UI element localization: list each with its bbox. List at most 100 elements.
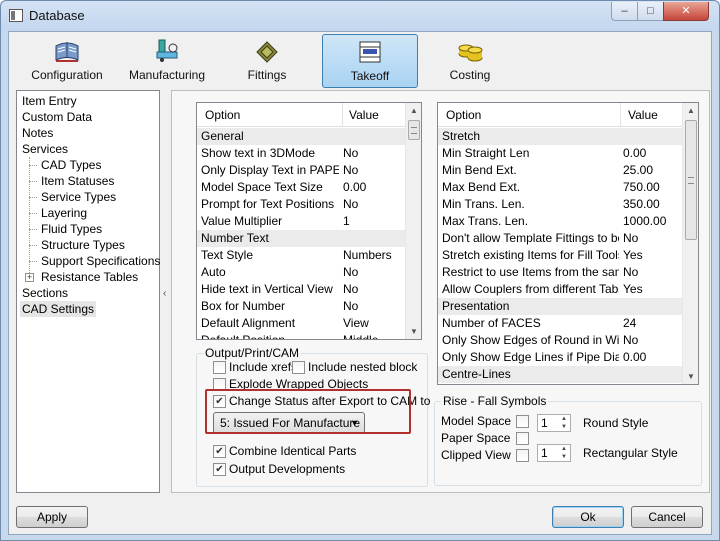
value-cell[interactable]: No: [343, 162, 358, 179]
fittings-button[interactable]: Fittings: [221, 34, 313, 88]
column-separator[interactable]: [620, 103, 621, 127]
value-cell[interactable]: 350.00: [623, 196, 660, 213]
grid-row[interactable]: Don't allow Template Fittings to be ... N…: [438, 230, 682, 247]
grid-row[interactable]: Number of FACES 24: [438, 315, 682, 332]
configuration-button[interactable]: Configuration: [21, 34, 113, 88]
value-cell[interactable]: No: [343, 298, 358, 315]
general-options-grid[interactable]: Option Value General Show text in 3DMode N…: [196, 102, 422, 340]
expand-icon[interactable]: +: [25, 273, 34, 282]
value-cell[interactable]: No: [343, 196, 358, 213]
scroll-thumb[interactable]: [685, 120, 697, 240]
value-cell[interactable]: No: [343, 145, 358, 162]
grid-row[interactable]: Max Trans. Len. 1000.00: [438, 213, 682, 230]
grid-row[interactable]: Max Bend Ext. 750.00: [438, 179, 682, 196]
option-column-header[interactable]: Option: [205, 108, 240, 122]
value-cell[interactable]: No: [623, 332, 638, 349]
collapse-chevron-icon[interactable]: ‹: [163, 288, 166, 299]
grid-row[interactable]: Only Show Edge Lines if Pipe Diam > 0.00: [438, 349, 682, 366]
value-cell[interactable]: No: [623, 230, 638, 247]
settings-tree[interactable]: Item Entry Custom Data Notes Services CA…: [16, 90, 160, 493]
include-xrefs-checkbox[interactable]: [213, 361, 226, 374]
grid-row[interactable]: Text Style Numbers: [197, 247, 405, 264]
panel-splitter[interactable]: ‹: [162, 90, 169, 493]
tree-item-item-entry[interactable]: Item Entry: [22, 93, 77, 109]
scroll-thumb[interactable]: [408, 120, 420, 140]
grid-category-row[interactable]: Presentation: [438, 298, 682, 315]
include-nested-label[interactable]: Include nested block: [308, 360, 417, 374]
grid-row[interactable]: Min Bend Ext. 25.00: [438, 162, 682, 179]
value-cell[interactable]: No: [343, 264, 358, 281]
value-cell[interactable]: View: [343, 315, 369, 332]
grid-row[interactable]: Show text in 3DMode No: [197, 145, 405, 162]
tree-item-resistance-tables[interactable]: Resistance Tables: [41, 269, 138, 285]
tree-item-support-specifications[interactable]: Support Specifications: [41, 253, 160, 269]
spin-up-icon[interactable]: ▲: [558, 445, 570, 453]
tree-item-item-statuses[interactable]: Item Statuses: [41, 173, 114, 189]
grid-row[interactable]: Min Trans. Len. 350.00: [438, 196, 682, 213]
manufacturing-button[interactable]: Manufacturing: [121, 34, 213, 88]
tree-item-cad-types[interactable]: CAD Types: [41, 157, 101, 173]
grid-row[interactable]: Default Position Middle: [197, 332, 405, 339]
grid-row[interactable]: Restrict to use Items from the same... No: [438, 264, 682, 281]
value-cell[interactable]: Yes: [623, 383, 643, 384]
maximize-button[interactable]: □: [637, 2, 664, 21]
option-column-header[interactable]: Option: [446, 108, 481, 122]
cancel-button[interactable]: Cancel: [631, 506, 703, 528]
paper-space-checkbox[interactable]: [516, 432, 529, 445]
combine-identical-checkbox[interactable]: [213, 445, 226, 458]
value-cell[interactable]: No: [343, 281, 358, 298]
grid-category-row[interactable]: Number Text: [197, 230, 405, 247]
grid-row[interactable]: Only Show Edges of Round in Wire... No: [438, 332, 682, 349]
title-bar[interactable]: Database – □ ✕: [1, 1, 719, 31]
tree-item-cad-settings[interactable]: CAD Settings: [20, 301, 97, 317]
value-column-header[interactable]: Value: [628, 108, 658, 122]
spin-down-icon[interactable]: ▼: [558, 423, 570, 431]
grid-row[interactable]: Hide text in Vertical View No: [197, 281, 405, 298]
ok-button[interactable]: Ok: [552, 506, 624, 528]
stretch-options-grid[interactable]: Option Value Stretch Min Straight Len 0.00…: [437, 102, 699, 385]
value-cell[interactable]: Middle: [343, 332, 378, 339]
combine-identical-label[interactable]: Combine Identical Parts: [229, 444, 356, 458]
include-xrefs-label[interactable]: Include xrefs: [229, 360, 297, 374]
value-cell[interactable]: 750.00: [623, 179, 660, 196]
tree-item-layering[interactable]: Layering: [41, 205, 87, 221]
takeoff-button[interactable]: Takeoff: [322, 34, 418, 88]
grid-scrollbar[interactable]: ▲ ▼: [405, 103, 421, 339]
apply-button[interactable]: Apply: [16, 506, 88, 528]
grid-row[interactable]: Box for Number No: [197, 298, 405, 315]
value-cell[interactable]: 0.00: [343, 179, 366, 196]
value-cell[interactable]: 1: [343, 213, 350, 230]
tree-item-sections[interactable]: Sections: [22, 285, 68, 301]
grid-scrollbar[interactable]: ▲ ▼: [682, 103, 698, 384]
tree-item-structure-types[interactable]: Structure Types: [41, 237, 125, 253]
spin-down-icon[interactable]: ▼: [558, 453, 570, 461]
scroll-down-icon[interactable]: ▼: [683, 369, 698, 384]
value-cell[interactable]: No: [623, 264, 638, 281]
scroll-down-icon[interactable]: ▼: [406, 324, 421, 339]
grid-row[interactable]: Model Space Text Size 0.00: [197, 179, 405, 196]
value-cell[interactable]: 1000.00: [623, 213, 666, 230]
value-cell[interactable]: Yes: [623, 247, 643, 264]
grid-row[interactable]: Min Straight Len 0.00: [438, 145, 682, 162]
tree-item-custom-data[interactable]: Custom Data: [22, 109, 92, 125]
value-column-header[interactable]: Value: [349, 108, 379, 122]
spin-arrows[interactable]: ▲ ▼: [558, 415, 570, 431]
spin-arrows[interactable]: ▲ ▼: [558, 445, 570, 461]
scroll-up-icon[interactable]: ▲: [683, 103, 698, 119]
value-cell[interactable]: 0.00: [623, 145, 646, 162]
costing-button[interactable]: Costing: [424, 34, 516, 88]
grid-row[interactable]: Auto No: [197, 264, 405, 281]
round-style-spinner[interactable]: 1 ▲ ▼: [537, 414, 571, 432]
grid-row[interactable]: Value Multiplier 1: [197, 213, 405, 230]
clipped-view-checkbox[interactable]: [516, 449, 529, 462]
value-cell[interactable]: 25.00: [623, 162, 653, 179]
tree-item-notes[interactable]: Notes: [22, 125, 53, 141]
close-button[interactable]: ✕: [663, 2, 709, 21]
column-separator[interactable]: [342, 103, 343, 127]
grid-row[interactable]: Stretch existing Items for Fill Tools Yes: [438, 247, 682, 264]
spin-up-icon[interactable]: ▲: [558, 415, 570, 423]
tree-item-fluid-types[interactable]: Fluid Types: [41, 221, 102, 237]
tree-item-services[interactable]: Services: [22, 141, 68, 157]
tree-item-service-types[interactable]: Service Types: [41, 189, 116, 205]
include-nested-checkbox[interactable]: [292, 361, 305, 374]
